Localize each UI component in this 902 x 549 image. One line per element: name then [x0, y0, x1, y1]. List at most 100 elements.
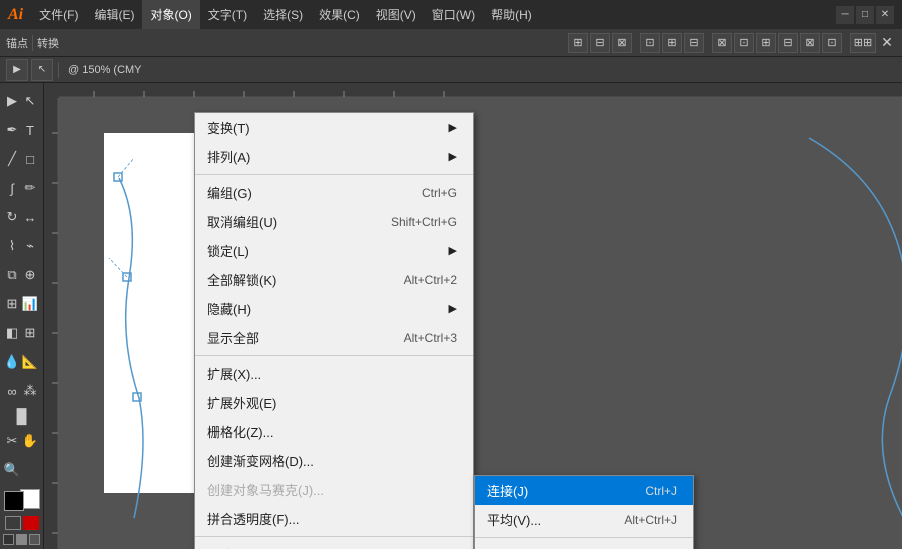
distribute-top-icon[interactable]: ⊟: [778, 33, 798, 53]
menu-text[interactable]: 文字(T): [200, 0, 255, 29]
distribute-bottom-icon[interactable]: ⊡: [822, 33, 842, 53]
menu-group[interactable]: 编组(G) Ctrl+G: [195, 178, 473, 207]
menu-bar: 文件(F) 编辑(E) 对象(O) 文字(T) 选择(S) 效果(C) 视图(V…: [31, 0, 540, 29]
menu-expand-appearance[interactable]: 扩展外观(E): [195, 388, 473, 417]
tool-line[interactable]: ╱: [4, 145, 21, 173]
align-left-icon[interactable]: ⊞: [568, 33, 588, 53]
submenu-join[interactable]: 连接(J) Ctrl+J: [475, 476, 693, 505]
menu-ungroup[interactable]: 取消编组(U) Shift+Ctrl+G: [195, 207, 473, 236]
close-panel-icon[interactable]: ✕: [878, 33, 896, 53]
align-right-icon[interactable]: ⊠: [612, 33, 632, 53]
sep-3: [195, 536, 473, 537]
tool-column-graph[interactable]: ▐▌: [4, 406, 40, 426]
object-menu-dropdown: 变换(T) ▶ 排列(A) ▶ 编组(G) Ctrl+G 取消编组(U) S: [194, 112, 474, 549]
tool-width[interactable]: ⌁: [22, 232, 39, 260]
distribute-center-h-icon[interactable]: ⊡: [734, 33, 754, 53]
tool-group-select: ▶ ↖: [4, 87, 40, 115]
submenu-average[interactable]: 平均(V)... Alt+Ctrl+J: [475, 505, 693, 534]
align-top-icon[interactable]: ⊡: [640, 33, 660, 53]
menu-hide[interactable]: 隐藏(H) ▶: [195, 294, 473, 323]
shortcut-showall: Alt+Ctrl+3: [404, 331, 457, 345]
align-center-h-icon[interactable]: ⊟: [590, 33, 610, 53]
menu-rasterize[interactable]: 栅格化(Z)...: [195, 417, 473, 446]
grid-view-icon[interactable]: ⊞⊞: [850, 33, 876, 53]
tool-zoom[interactable]: 🔍: [4, 456, 21, 484]
menu-effect[interactable]: 效果(C): [311, 0, 368, 29]
tool-group-transform: ↻ ↔: [4, 203, 40, 231]
align-center-v-icon[interactable]: ⊞: [662, 33, 682, 53]
tool-pen[interactable]: ✒: [4, 116, 21, 144]
shortcut-unlock: Alt+Ctrl+2: [404, 273, 457, 287]
tool-group-warp: ⌇ ⌁: [4, 232, 40, 260]
mask-mode-icon[interactable]: [23, 516, 39, 530]
tool-shapebuilder[interactable]: ⊕: [22, 261, 39, 289]
path-submenu: 连接(J) Ctrl+J 平均(V)... Alt+Ctrl+J 轮廓化描边(U…: [474, 475, 694, 549]
color-swatch-area: [4, 489, 40, 511]
menu-object-mosaic[interactable]: 创建对象马赛克(J)...: [195, 475, 473, 504]
screen-normal-icon[interactable]: [3, 534, 14, 545]
tool-rotate[interactable]: ↻: [4, 203, 21, 231]
tool-blend[interactable]: ∞: [4, 377, 21, 405]
menu-object[interactable]: 对象(O): [142, 0, 199, 29]
background-swatch[interactable]: [4, 491, 24, 511]
distribute-left-icon[interactable]: ⊠: [712, 33, 732, 53]
tool-free-transform[interactable]: ⧉: [4, 261, 21, 289]
tool-group-pen: ✒ T: [4, 116, 40, 144]
tool-symbol[interactable]: ⁂: [22, 377, 39, 405]
menu-slice[interactable]: 切片(S) ▶: [195, 540, 473, 549]
menu-transform[interactable]: 变换(T) ▶: [195, 113, 473, 142]
tool-reflect[interactable]: ↔: [22, 203, 39, 231]
menu-arrange[interactable]: 排列(A) ▶: [195, 142, 473, 171]
tool-type[interactable]: T: [22, 116, 39, 144]
tool-select-btn[interactable]: ▶: [6, 59, 28, 81]
maximize-button[interactable]: □: [856, 6, 874, 24]
zoom-info: @ 150% (CMY: [64, 64, 146, 76]
tool-slice[interactable]: ✂: [4, 427, 21, 455]
tool-spacer: [22, 456, 39, 484]
toolbar-1: 锚点 转换 ⊞ ⊟ ⊠ ⊡ ⊞ ⊟ ⊠ ⊡ ⊞ ⊟ ⊠ ⊡ ⊞⊞ ✕: [0, 29, 902, 57]
menu-flatten[interactable]: 拼合透明度(F)...: [195, 504, 473, 533]
menu-unlock-all[interactable]: 全部解锁(K) Alt+Ctrl+2: [195, 265, 473, 294]
tool-eyedropper[interactable]: 💧: [4, 348, 21, 376]
tool-group-shape: ⧉ ⊕: [4, 261, 40, 289]
tool-hand[interactable]: ✋: [22, 427, 39, 455]
distribute-center-v-icon[interactable]: ⊠: [800, 33, 820, 53]
toolbar-2: ▶ ↖ @ 150% (CMY: [0, 57, 902, 83]
tool-paintbrush[interactable]: ∫: [4, 174, 21, 202]
menu-help[interactable]: 帮助(H): [483, 0, 540, 29]
tool-graph[interactable]: 📊: [22, 290, 39, 318]
shortcut-average: Alt+Ctrl+J: [624, 513, 677, 527]
screen-fullnomenu-icon[interactable]: [29, 534, 40, 545]
arrow-hide: ▶: [449, 302, 457, 315]
menu-file[interactable]: 文件(F): [31, 0, 86, 29]
app-logo: Ai: [8, 6, 23, 24]
distribute-right-icon[interactable]: ⊞: [756, 33, 776, 53]
menu-window[interactable]: 窗口(W): [424, 0, 483, 29]
tool-group-gradient: ◧ ⊞: [4, 319, 40, 347]
normal-mode-icon[interactable]: [5, 516, 21, 530]
tool-pencil[interactable]: ✏: [22, 174, 39, 202]
tool-direct-select[interactable]: ↖: [22, 87, 39, 115]
tool-measure[interactable]: 📐: [22, 348, 39, 376]
align-bottom-icon[interactable]: ⊟: [684, 33, 704, 53]
submenu-outline-stroke[interactable]: 轮廓化描边(U): [475, 541, 693, 549]
main-area: ▶ ↖ ✒ T ╱ □ ∫ ✏ ↻ ↔ ⌇ ⌁ ⧉ ⊕: [0, 83, 902, 549]
menu-gradient-mesh[interactable]: 创建渐变网格(D)...: [195, 446, 473, 475]
menu-edit[interactable]: 编辑(E): [86, 0, 142, 29]
menu-select[interactable]: 选择(S): [255, 0, 311, 29]
tool-warp[interactable]: ⌇: [4, 232, 21, 260]
tool-artboard[interactable]: ⊞: [4, 290, 21, 318]
screen-full-icon[interactable]: [16, 534, 27, 545]
menu-show-all[interactable]: 显示全部 Alt+Ctrl+3: [195, 323, 473, 352]
minimize-button[interactable]: ─: [836, 6, 854, 24]
menu-expand[interactable]: 扩展(X)...: [195, 359, 473, 388]
tool-direct-select-btn[interactable]: ↖: [31, 59, 53, 81]
tool-select[interactable]: ▶: [4, 87, 21, 115]
tool-rect[interactable]: □: [22, 145, 39, 173]
tool-gradient[interactable]: ◧: [4, 319, 21, 347]
menu-view[interactable]: 视图(V): [368, 0, 424, 29]
canvas-area: 变换(T) ▶ 排列(A) ▶ 编组(G) Ctrl+G 取消编组(U) S: [44, 83, 902, 549]
close-button[interactable]: ✕: [876, 6, 894, 24]
menu-lock[interactable]: 锁定(L) ▶: [195, 236, 473, 265]
tool-mesh[interactable]: ⊞: [22, 319, 39, 347]
